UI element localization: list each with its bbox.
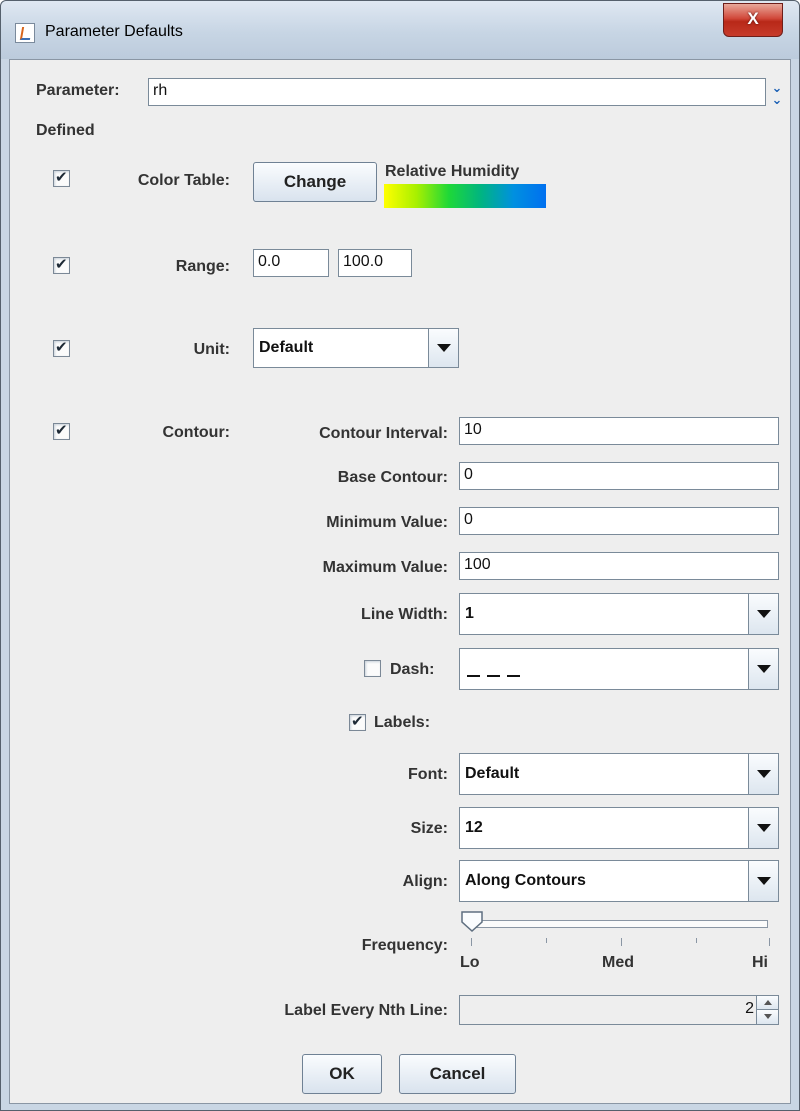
slider-tick [769, 938, 770, 946]
font-label: Font: [408, 766, 448, 783]
align-dropdown[interactable]: Along Contours [459, 860, 779, 902]
size-value: 12 [465, 819, 483, 836]
nth-line-spinner[interactable]: 2 [459, 995, 779, 1025]
unit-label: Unit: [193, 341, 230, 358]
dash-checkbox[interactable] [364, 660, 381, 677]
base-contour-label: Base Contour: [337, 469, 448, 486]
contour-interval-field[interactable]: 10 [459, 417, 779, 445]
unit-value: Default [259, 339, 314, 356]
base-contour-field[interactable]: 0 [459, 462, 779, 490]
window-title: Parameter Defaults [45, 23, 183, 40]
frequency-slider[interactable]: Lo Med Hi [460, 908, 772, 984]
font-dropdown[interactable]: Default [459, 753, 779, 795]
chevron-down-icon[interactable] [748, 594, 778, 634]
color-table-label: Color Table: [137, 172, 230, 189]
dash-dropdown[interactable] [459, 648, 779, 690]
chevron-down-icon[interactable] [748, 808, 778, 848]
dash-style-segment [487, 675, 500, 677]
slider-tick [696, 938, 697, 943]
title-bar[interactable]: Parameter Defaults X [1, 1, 799, 59]
parameter-expand-icon[interactable]: ⌄ ⌄ [768, 78, 786, 107]
color-table-name: Relative Humidity [385, 163, 520, 180]
range-checkbox[interactable] [53, 255, 70, 274]
chevron-down-icon[interactable] [748, 649, 778, 689]
chevron-down-icon[interactable] [748, 754, 778, 794]
range-max-field[interactable]: 100.0 [338, 249, 412, 277]
line-width-dropdown[interactable]: 1 [459, 593, 779, 635]
java-app-icon [15, 23, 35, 43]
frequency-tick-med: Med [602, 954, 634, 971]
size-label: Size: [410, 820, 448, 837]
change-color-table-button[interactable]: Change [253, 162, 377, 202]
cancel-button[interactable]: Cancel [399, 1054, 516, 1094]
frequency-slider-track[interactable] [468, 920, 768, 928]
slider-tick [546, 938, 547, 943]
line-width-label: Line Width: [361, 606, 448, 623]
range-label: Range: [175, 258, 230, 275]
spinner-up-icon[interactable] [756, 996, 778, 1010]
frequency-tick-lo: Lo [460, 954, 480, 971]
contour-checkbox[interactable] [53, 421, 70, 440]
maximum-value-field[interactable]: 100 [459, 552, 779, 580]
color-table-checkbox[interactable] [53, 168, 70, 187]
line-width-value: 1 [465, 605, 474, 622]
align-label: Align: [402, 873, 448, 890]
frequency-label: Frequency: [361, 937, 448, 954]
minimum-value-label: Minimum Value: [326, 514, 448, 531]
spinner-down-icon[interactable] [756, 1010, 778, 1024]
size-dropdown[interactable]: 12 [459, 807, 779, 849]
dash-style-segment [507, 675, 520, 677]
defined-label: Defined [36, 122, 95, 139]
frequency-slider-thumb[interactable] [460, 910, 486, 934]
nth-line-value: 2 [745, 1000, 754, 1017]
close-button[interactable]: X [723, 3, 783, 37]
parameter-field[interactable]: rh [148, 78, 766, 106]
chevron-down-icon[interactable] [428, 329, 458, 367]
range-min-field[interactable]: 0.0 [253, 249, 329, 277]
maximum-value-label: Maximum Value: [322, 559, 448, 576]
slider-tick [471, 938, 472, 946]
align-value: Along Contours [465, 872, 586, 889]
slider-tick [621, 938, 622, 946]
parameter-label: Parameter: [36, 82, 120, 99]
minimum-value-field[interactable]: 0 [459, 507, 779, 535]
parameter-defaults-window: Parameter Defaults X Parameter: rh ⌄ ⌄ De… [0, 0, 800, 1111]
label-every-nth-line-label: Label Every Nth Line: [284, 1002, 448, 1019]
contour-interval-label: Contour Interval: [319, 425, 448, 442]
dialog-content: Parameter: rh ⌄⌄ Defined Color Table: Ch… [9, 59, 791, 1104]
labels-checkbox[interactable] [349, 712, 366, 731]
frequency-tick-hi: Hi [752, 954, 768, 971]
unit-checkbox[interactable] [53, 338, 70, 357]
dash-style-segment [467, 675, 480, 677]
font-value: Default [465, 765, 520, 782]
color-table-preview [384, 184, 546, 208]
ok-button[interactable]: OK [302, 1054, 382, 1094]
labels-label: Labels: [374, 714, 431, 731]
chevron-down-icon[interactable] [748, 861, 778, 901]
unit-dropdown[interactable]: Default [253, 328, 459, 368]
dash-label: Dash: [390, 661, 435, 678]
